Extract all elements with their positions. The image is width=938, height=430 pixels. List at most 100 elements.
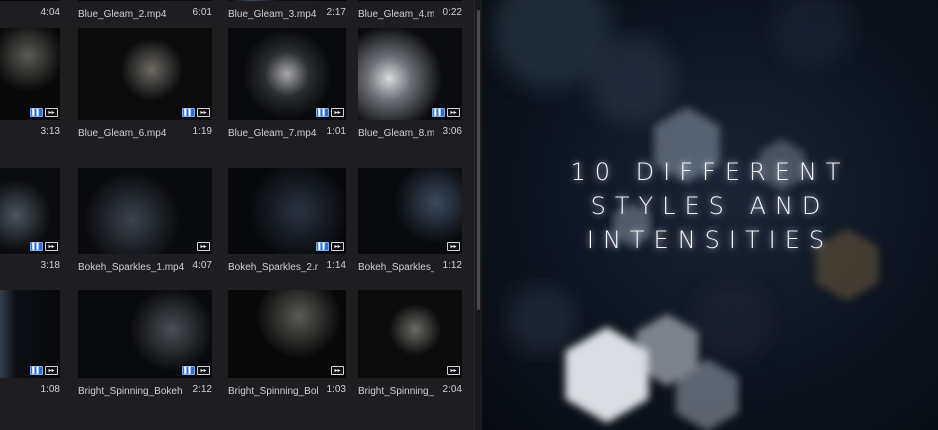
clip-item[interactable]: ▌▌▸▸ Bokeh_Sparkles_2.mp4 1:14 xyxy=(228,168,346,280)
clip-item[interactable]: ▸▸ Bokeh_Sparkles_1.mp4 4:07 xyxy=(78,168,212,280)
clip-item[interactable]: ▌▌ ▸▸ Blue_Gleam_6.mp4 1:19 xyxy=(78,28,212,146)
media-browser-scrollbar[interactable] xyxy=(477,10,480,310)
clip-duration: 6:01 xyxy=(192,7,212,18)
audio-track-icon: ▸▸ xyxy=(331,108,344,117)
clip-filename: Blue_Gleam_3.mp4 xyxy=(228,9,317,20)
clip-thumbnail[interactable] xyxy=(78,168,212,254)
clip-duration: 3:13 xyxy=(40,126,60,137)
audio-track-icon: ▸▸ xyxy=(197,108,210,117)
clip-item[interactable]: ▸▸ Bokeh_Sparkles_3.mp4 1:12 xyxy=(358,168,462,280)
clip-badges: ▌▌ ▸▸ xyxy=(30,242,58,251)
clip-filename: Bokeh_Sparkles_1.mp4 xyxy=(78,262,184,273)
clip-item[interactable]: ▌▌▸▸4:04 xyxy=(0,0,60,27)
audio-track-icon: ▸▸ xyxy=(447,242,460,251)
video-track-icon: ▌▌ xyxy=(182,108,195,117)
clip-duration: 2:12 xyxy=(192,384,212,395)
media-browser-panel: ▌▌▸▸4:04▌▌▸▸Blue_Gleam_2.mp46:01▌▌▸▸Blue… xyxy=(0,0,482,430)
clip-filename: kehl xyxy=(0,386,32,397)
audio-track-icon: ▸▸ xyxy=(45,242,58,251)
clip-duration: 1:19 xyxy=(192,126,212,137)
clip-thumbnail[interactable] xyxy=(228,290,346,378)
video-track-icon: ▌▌ xyxy=(182,366,195,375)
clip-duration: 2:17 xyxy=(326,7,346,18)
clip-item[interactable]: ▌▌ ▸▸ Blue_Gleam_7.mp4 1:01 xyxy=(228,28,346,146)
clip-item[interactable]: ▌▌▸▸Blue_Gleam_2.mp46:01 xyxy=(78,0,212,27)
clip-thumbnail[interactable] xyxy=(228,28,346,120)
clip-duration: 0:22 xyxy=(442,7,462,18)
promo-tagline-line-1: 10 DIFFERENT xyxy=(570,158,850,186)
clip-filename: 4 xyxy=(0,128,32,139)
bokeh-blur-light xyxy=(507,285,577,355)
audio-track-icon: ▸▸ xyxy=(447,108,460,117)
clip-thumbnail[interactable] xyxy=(78,0,212,1)
clip-badges: ▌▌ ▸▸ xyxy=(30,366,58,375)
clip-thumbnail[interactable] xyxy=(358,0,462,1)
clip-badges: ▌▌ ▸▸ xyxy=(316,108,344,117)
clip-duration: 1:08 xyxy=(40,384,60,395)
clip-duration: 4:07 xyxy=(192,260,212,271)
bokeh-blur-light xyxy=(772,0,852,70)
promo-tagline-line-2: STYLES AND xyxy=(590,192,830,220)
clip-duration: 1:14 xyxy=(326,260,346,271)
video-track-icon: ▌▌ xyxy=(432,108,445,117)
clip-thumbnail[interactable] xyxy=(78,290,212,378)
clip-item[interactable]: ▌▌▸▸ kehl 1:08 xyxy=(0,290,60,404)
clip-duration: 3:06 xyxy=(442,126,462,137)
clip-badges: ▌▌ ▸▸ xyxy=(316,242,344,251)
clip-filename: Bokeh_Sparkles_3.mp4 xyxy=(358,262,434,273)
clip-thumbnail[interactable] xyxy=(228,0,346,1)
clip-item[interactable]: ▌▌▸▸Blue_Gleam_3.mp42:17 xyxy=(228,0,346,27)
bokeh-blur-light xyxy=(587,35,677,125)
clip-filename: Bright_Spinning_Bokeh xyxy=(78,386,183,397)
video-track-icon: ▌▌ xyxy=(30,366,43,375)
clip-filename: Bokeh_Sparkles_2.mp4 xyxy=(228,262,318,273)
clip-duration: 1:01 xyxy=(326,126,346,137)
clip-filename: Bright_Spinning_Bokeh xyxy=(358,386,434,397)
video-track-icon: ▌▌ xyxy=(316,242,329,251)
audio-track-icon: ▸▸ xyxy=(197,366,210,375)
video-track-icon: ▌▌ xyxy=(30,108,43,117)
audio-track-icon: ▸▸ xyxy=(447,366,460,375)
clip-thumbnail[interactable] xyxy=(358,290,462,378)
clip-badges: ▌▌ ▸▸ xyxy=(182,108,210,117)
clip-badges: ▌▌ ▸▸ xyxy=(432,108,460,117)
video-track-icon: ▌▌ xyxy=(316,108,329,117)
audio-track-icon: ▸▸ xyxy=(45,108,58,117)
promo-bokeh-background: 10 DIFFERENT STYLES AND INTENSITIES xyxy=(482,0,938,430)
audio-track-icon: ▸▸ xyxy=(331,366,344,375)
clip-badges: ▸▸ xyxy=(197,242,210,251)
clip-thumbnail[interactable] xyxy=(0,28,60,120)
audio-track-icon: ▸▸ xyxy=(45,366,58,375)
clip-thumbnail[interactable] xyxy=(0,0,60,1)
clip-item[interactable]: ▸▸ Bright_Spinning_Bokeh 2:04 xyxy=(358,290,462,404)
clip-filename: Blue_Gleam_7.mp4 xyxy=(228,128,317,139)
clip-item[interactable]: ▌▌▸▸ 4 3:18 xyxy=(0,168,60,280)
clip-filename: Bright_Spinning_Bokeh xyxy=(228,386,318,397)
clip-item[interactable]: ▸▸Blue_Gleam_4.mp40:22 xyxy=(358,0,462,27)
audio-track-icon: ▸▸ xyxy=(331,242,344,251)
clip-duration: 2:04 xyxy=(442,384,462,395)
clip-thumbnail[interactable] xyxy=(78,28,212,120)
clip-badges: ▸▸ xyxy=(447,242,460,251)
bokeh-blur-light xyxy=(692,280,772,360)
clip-duration: 3:18 xyxy=(40,260,60,271)
clip-item[interactable]: ▌▌▸▸ Blue_Gleam_8.mp4 3:06 xyxy=(358,28,462,146)
clip-filename: Blue_Gleam_8.mp4 xyxy=(358,128,434,139)
clip-filename: Blue_Gleam_2.mp4 xyxy=(78,9,167,20)
clip-badges: ▌▌ ▸▸ xyxy=(182,366,210,375)
clip-badges: ▌▌ ▸▸ xyxy=(30,108,58,117)
clip-thumbnail[interactable] xyxy=(0,290,60,378)
clip-item[interactable]: ▌▌▸▸ 4 3:13 xyxy=(0,28,60,146)
clip-duration: 4:04 xyxy=(40,7,60,18)
clip-filename: Blue_Gleam_6.mp4 xyxy=(78,128,167,139)
clip-badges: ▸▸ xyxy=(447,366,460,375)
clip-item[interactable]: ▌▌ ▸▸ Bright_Spinning_Bokeh 2:12 xyxy=(78,290,212,404)
clip-duration: 1:12 xyxy=(442,260,462,271)
audio-track-icon: ▸▸ xyxy=(197,242,210,251)
clip-filename: 4 xyxy=(0,262,32,273)
clip-item[interactable]: ▸▸ Bright_Spinning_Bokeh 1:03 xyxy=(228,290,346,404)
video-track-icon: ▌▌ xyxy=(30,242,43,251)
clip-thumbnail[interactable] xyxy=(358,28,462,120)
clip-filename: Blue_Gleam_4.mp4 xyxy=(358,9,434,20)
clip-badges: ▸▸ xyxy=(331,366,344,375)
